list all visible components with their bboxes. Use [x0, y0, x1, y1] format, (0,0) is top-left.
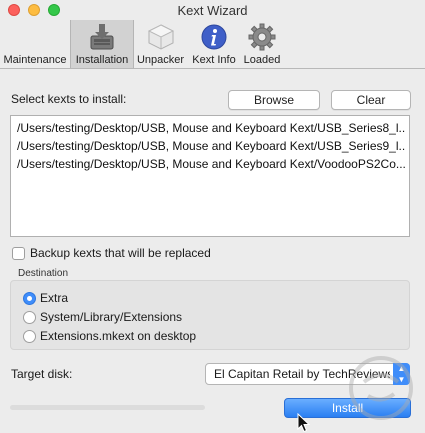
browse-button[interactable]: Browse	[228, 90, 320, 110]
tab-unpacker-label: Unpacker	[136, 54, 185, 66]
install-progress-bar	[10, 405, 205, 410]
target-disk-value: El Capitan Retail by TechReviews	[214, 367, 390, 381]
titlebar: Kext Wizard	[0, 0, 425, 20]
tab-unpacker[interactable]: Unpacker	[133, 20, 188, 68]
destination-group: Extra System/Library/Extensions Extensio…	[10, 280, 410, 350]
tab-loaded[interactable]: Loaded	[238, 20, 286, 68]
list-item[interactable]: /Users/testing/Desktop/USB, Mouse and Ke…	[17, 121, 405, 139]
kext-list[interactable]: /Users/testing/Desktop/USB, Mouse and Ke…	[10, 115, 410, 237]
maintenance-icon	[22, 24, 48, 50]
tab-maintenance-label: Maintenance	[3, 54, 67, 66]
target-disk-popup[interactable]: El Capitan Retail by TechReviews ▲ ▼	[205, 363, 410, 385]
tab-installation-label: Installation	[75, 54, 129, 66]
mouse-pointer-icon	[297, 413, 311, 433]
unpacker-icon	[147, 24, 174, 50]
radio-extensions-mkext[interactable]	[23, 330, 36, 343]
tab-installation[interactable]: Installation	[70, 20, 134, 68]
radio-extensions-mkext-label: Extensions.mkext on desktop	[40, 329, 197, 343]
radio-system-library-extensions-label: System/Library/Extensions	[40, 310, 183, 324]
window-title: Kext Wizard	[177, 3, 248, 18]
radio-system-library-extensions[interactable]	[23, 311, 36, 324]
radio-extra-label: Extra	[40, 291, 69, 305]
gear-icon	[248, 23, 276, 51]
tab-loaded-label: Loaded	[243, 54, 281, 66]
tab-kext-info-label: Kext Info	[192, 54, 236, 66]
chevron-updown-icon: ▲ ▼	[393, 363, 410, 385]
toolbar: Maintenance Installation Unpacker Kext I…	[0, 20, 425, 69]
tab-maintenance[interactable]: Maintenance	[0, 20, 70, 68]
destination-title: Destination	[18, 268, 69, 279]
kext-wizard-window: Kext Wizard Maintenance Installation Unp…	[0, 0, 425, 433]
select-kexts-label: Select kexts to install:	[11, 92, 127, 106]
backup-checkbox[interactable]	[12, 247, 25, 260]
target-disk-label: Target disk:	[11, 367, 73, 381]
list-item[interactable]: /Users/testing/Desktop/USB, Mouse and Ke…	[17, 157, 405, 175]
radio-extra[interactable]	[23, 292, 36, 305]
installation-icon	[90, 24, 114, 50]
tab-kext-info[interactable]: Kext Info	[188, 20, 240, 68]
info-icon	[201, 24, 227, 50]
list-item[interactable]: /Users/testing/Desktop/USB, Mouse and Ke…	[17, 139, 405, 157]
backup-label: Backup kexts that will be replaced	[30, 246, 211, 260]
clear-button[interactable]: Clear	[331, 90, 411, 110]
